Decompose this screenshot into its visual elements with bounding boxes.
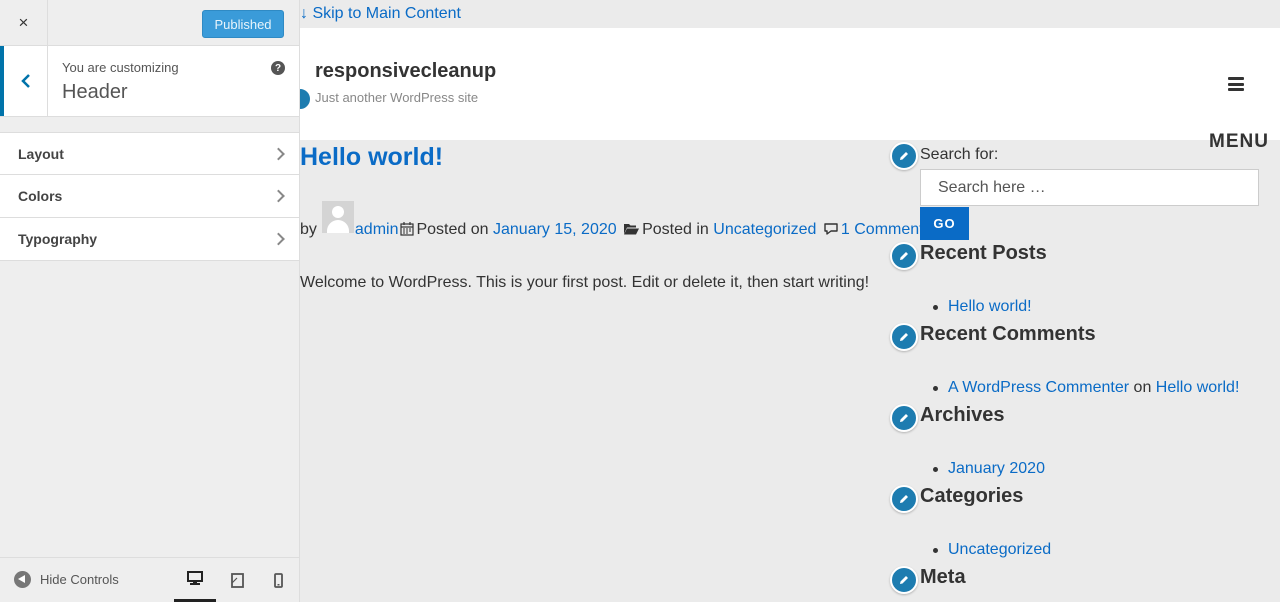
customizing-panel-header: You are customizing Header ? bbox=[0, 46, 299, 117]
section-label: Layout bbox=[18, 145, 64, 162]
pencil-icon bbox=[900, 152, 908, 160]
posted-on-label: Posted on bbox=[416, 221, 489, 238]
pencil-icon bbox=[900, 252, 908, 260]
comment-post-link[interactable]: Hello world! bbox=[1156, 379, 1240, 396]
panel-title: Header bbox=[62, 81, 128, 103]
avatar bbox=[321, 201, 354, 233]
chevron-right-icon bbox=[272, 189, 285, 203]
section-colors[interactable]: Colors bbox=[0, 175, 299, 218]
smartphone-icon bbox=[273, 573, 283, 588]
section-typography[interactable]: Typography bbox=[0, 218, 299, 261]
back-button[interactable] bbox=[0, 46, 48, 116]
post-meta: by admin Posted on January 15, 2020 Post… bbox=[300, 201, 924, 239]
section-list: Layout Colors Typography bbox=[0, 132, 299, 261]
pencil-icon bbox=[900, 333, 908, 341]
category-link[interactable]: Uncategorized bbox=[948, 541, 1051, 558]
list-item: January 2020 bbox=[933, 460, 1045, 478]
help-icon[interactable]: ? bbox=[271, 61, 285, 75]
chevron-right-icon bbox=[272, 232, 285, 246]
site-description: Just another WordPress site bbox=[315, 90, 479, 105]
section-label: Colors bbox=[18, 188, 63, 204]
post-content: Welcome to WordPress. This is your first… bbox=[300, 274, 870, 291]
edit-shortcut-icon[interactable] bbox=[890, 404, 918, 432]
hide-controls-label: Hide Controls bbox=[40, 572, 119, 587]
section-label: Typography bbox=[18, 231, 98, 247]
edit-shortcut-icon[interactable] bbox=[890, 566, 918, 594]
post-title[interactable]: Hello world! bbox=[300, 143, 443, 172]
site-preview: ↓ Skip to Main Content responsivecleanup… bbox=[300, 0, 1280, 602]
collapse-icon bbox=[14, 571, 31, 588]
pencil-icon bbox=[900, 414, 908, 422]
edit-shortcut-icon[interactable] bbox=[890, 323, 918, 351]
customizer-sidebar: × Published You are customizing Header ?… bbox=[0, 0, 300, 602]
on-label: on bbox=[1133, 379, 1152, 396]
skip-to-content-link[interactable]: ↓ Skip to Main Content bbox=[300, 5, 461, 23]
pencil-icon bbox=[900, 576, 908, 584]
edit-shortcut-icon[interactable] bbox=[890, 142, 918, 170]
category-link[interactable]: Uncategorized bbox=[713, 221, 816, 239]
archive-link[interactable]: January 2020 bbox=[948, 460, 1045, 477]
section-layout[interactable]: Layout bbox=[0, 132, 299, 175]
widget-title: Recent Comments bbox=[920, 323, 1096, 345]
edit-shortcut-icon[interactable] bbox=[300, 87, 312, 111]
preview-mobile-button[interactable] bbox=[257, 558, 299, 602]
comment-author-link[interactable]: A WordPress Commenter bbox=[948, 379, 1129, 396]
author-link[interactable]: admin bbox=[355, 221, 399, 239]
folder-open-icon bbox=[624, 224, 640, 235]
search-input[interactable]: Search here … bbox=[920, 169, 1259, 206]
by-label: by bbox=[300, 221, 317, 238]
desktop-icon bbox=[187, 571, 203, 585]
comment-icon bbox=[824, 223, 838, 235]
list-item: Hello world! bbox=[933, 298, 1032, 316]
list-item: A WordPress Commenter on Hello world! bbox=[932, 379, 1240, 397]
search-label: Search for: bbox=[920, 146, 999, 163]
customizer-footer: Hide Controls bbox=[0, 557, 299, 602]
edit-shortcut-icon[interactable] bbox=[890, 485, 918, 513]
widget-area: Search for: Search here … GO Recent Post… bbox=[890, 0, 1280, 602]
preview-desktop-button[interactable] bbox=[174, 558, 216, 602]
close-customizer-button[interactable]: × bbox=[0, 0, 48, 46]
hide-controls-button[interactable]: Hide Controls bbox=[14, 571, 119, 588]
post-date-link[interactable]: January 15, 2020 bbox=[493, 221, 617, 239]
widget-title: Categories bbox=[920, 485, 1024, 507]
search-go-button[interactable]: GO bbox=[920, 207, 969, 240]
calendar-icon bbox=[400, 222, 415, 236]
widget-title: Recent Posts bbox=[920, 242, 1047, 264]
widget-title: Archives bbox=[920, 404, 1005, 426]
list-item: Uncategorized bbox=[932, 541, 1051, 559]
close-icon: × bbox=[18, 13, 29, 32]
pencil-icon bbox=[900, 495, 908, 503]
chevron-left-icon bbox=[20, 74, 30, 88]
customizing-label: You are customizing bbox=[62, 60, 179, 75]
chevron-right-icon bbox=[272, 147, 285, 160]
recent-post-link[interactable]: Hello world! bbox=[948, 298, 1032, 315]
tablet-icon bbox=[230, 573, 244, 588]
publish-button[interactable]: Published bbox=[202, 10, 284, 38]
widget-title: Meta bbox=[920, 566, 966, 588]
customizer-header: × Published bbox=[0, 0, 299, 46]
edit-shortcut-icon[interactable] bbox=[890, 242, 918, 270]
posted-in-label: Posted in bbox=[642, 221, 709, 238]
site-title[interactable]: responsivecleanup bbox=[315, 60, 496, 83]
preview-tablet-button[interactable] bbox=[216, 558, 258, 602]
